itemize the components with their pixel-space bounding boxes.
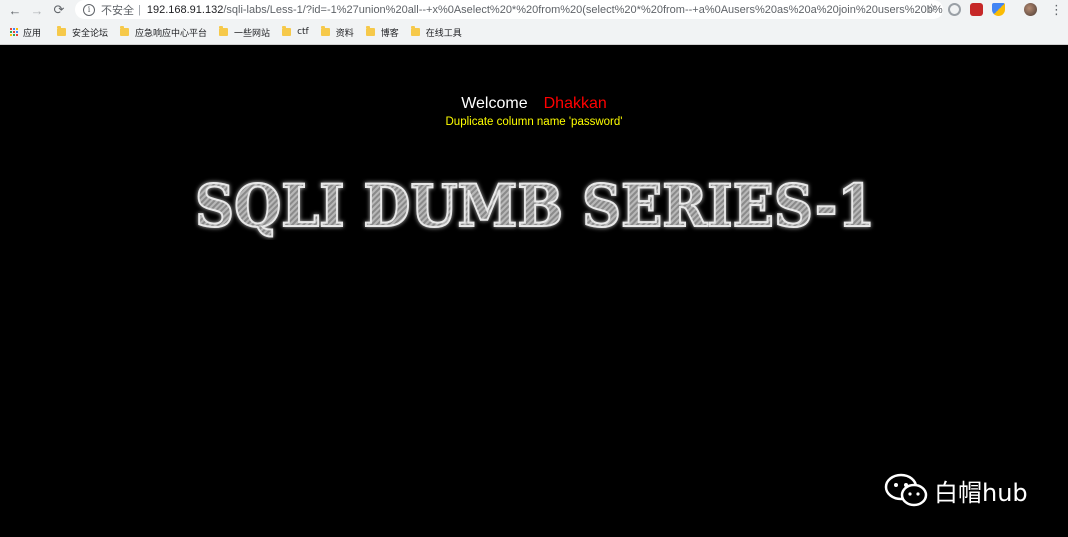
bookmark-apps[interactable]: 应用 bbox=[0, 26, 41, 39]
security-label: 不安全 bbox=[101, 4, 134, 17]
bookmark-label: 安全论坛 bbox=[72, 28, 109, 39]
url-host: 192.168.91.132 bbox=[146, 3, 224, 16]
bookmark-folder[interactable]: 一些网站 bbox=[219, 26, 270, 39]
reload-button[interactable]: ⟳ bbox=[48, 1, 70, 19]
browser-chrome: ← → ⟳ i 不安全 | 192.168.91.132 /sqli-labs/… bbox=[0, 0, 1068, 45]
watermark-text: 白帽hub bbox=[934, 478, 1028, 507]
folder-icon bbox=[282, 26, 292, 36]
bookmark-folder[interactable]: 应急响应中心平台 bbox=[120, 26, 207, 39]
extension-ublock-icon[interactable] bbox=[970, 3, 983, 16]
browser-toolbar: ← → ⟳ i 不安全 | 192.168.91.132 /sqli-labs/… bbox=[0, 0, 1068, 20]
title-image: SQLI DUMB SERIES-1 bbox=[194, 171, 876, 240]
bookmark-label: 博客 bbox=[380, 28, 399, 39]
url-path: /sqli-labs/Less-1/?id=-1%27union%20all--… bbox=[223, 3, 943, 16]
extension-shield-icon[interactable] bbox=[992, 3, 1005, 16]
bookmark-folder[interactable]: ctf bbox=[282, 26, 309, 37]
page-content: Welcome Dhakkan Duplicate column name 'pa… bbox=[0, 45, 1068, 537]
bookmark-label: 资料 bbox=[335, 28, 354, 39]
folder-icon bbox=[320, 26, 330, 36]
info-icon[interactable]: i bbox=[83, 3, 95, 16]
bookmark-label: ctf bbox=[297, 27, 309, 37]
bookmark-folder[interactable]: 资料 bbox=[320, 26, 354, 39]
bookmark-star-icon[interactable]: ☆ bbox=[926, 1, 937, 15]
watermark: 白帽hub bbox=[884, 472, 1028, 508]
folder-icon bbox=[365, 26, 375, 36]
wechat-icon bbox=[884, 473, 928, 507]
extension-circle-icon[interactable] bbox=[948, 3, 961, 16]
profile-avatar[interactable] bbox=[1024, 3, 1037, 16]
menu-icon[interactable]: ⋮ bbox=[1050, 2, 1063, 18]
username-text: Dhakkan bbox=[543, 95, 607, 112]
title-image-text: SQLI DUMB SERIES-1 bbox=[195, 172, 875, 240]
extensions-area: ⋮ bbox=[948, 0, 1063, 19]
forward-button[interactable]: → bbox=[26, 1, 48, 19]
folder-icon bbox=[57, 26, 67, 36]
back-button[interactable]: ← bbox=[4, 1, 26, 19]
folder-icon bbox=[120, 26, 130, 36]
bookmark-label: 一些网站 bbox=[234, 28, 271, 39]
apps-icon bbox=[10, 28, 18, 36]
welcome-text: Welcome bbox=[461, 95, 528, 112]
bookmark-label: 应用 bbox=[23, 28, 42, 39]
folder-icon bbox=[219, 26, 229, 36]
bookmark-label: 在线工具 bbox=[425, 28, 462, 39]
folder-icon bbox=[410, 26, 420, 36]
error-message: Duplicate column name 'password' bbox=[445, 116, 623, 128]
bookmarks-bar: 应用 安全论坛 应急响应中心平台 一些网站 ctf 资料 博客 在线工具 bbox=[0, 22, 1068, 42]
bookmark-folder[interactable]: 在线工具 bbox=[410, 26, 462, 39]
separator: | bbox=[138, 3, 141, 16]
bookmark-folder[interactable]: 安全论坛 bbox=[57, 26, 108, 39]
bookmark-label: 应急响应中心平台 bbox=[135, 28, 208, 39]
address-bar[interactable]: i 不安全 | 192.168.91.132 /sqli-labs/Less-1… bbox=[75, 0, 943, 19]
welcome-line: Welcome Dhakkan bbox=[0, 95, 1068, 113]
bookmark-folder[interactable]: 博客 bbox=[365, 26, 399, 39]
